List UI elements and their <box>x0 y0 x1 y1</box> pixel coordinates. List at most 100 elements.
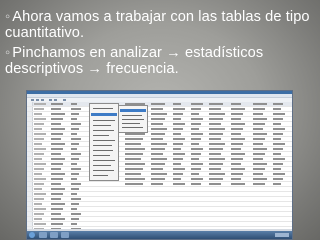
bullet-marker-icon: ◦ <box>5 9 11 25</box>
taskbar-app-icon[interactable] <box>61 232 69 238</box>
grid-cell <box>191 168 201 170</box>
grid-cell <box>151 128 167 130</box>
taskbar-app-icon[interactable] <box>50 232 58 238</box>
grid-cell <box>71 103 77 105</box>
grid-cell <box>71 138 81 140</box>
grid-cell <box>173 183 185 185</box>
grid-cell <box>173 118 181 120</box>
grid-cell <box>231 123 245 125</box>
row-number-cell <box>27 147 33 151</box>
menu-item[interactable] <box>93 160 115 161</box>
grid-cell <box>273 118 283 120</box>
submenu-item[interactable] <box>122 115 142 116</box>
toolbar-undo-icon <box>49 99 52 101</box>
grid-cell <box>51 183 61 185</box>
grid-cell <box>51 188 65 190</box>
grid-cell <box>209 183 221 185</box>
menu-item[interactable] <box>93 170 114 171</box>
grid-cell <box>151 138 163 140</box>
menu-item[interactable] <box>93 135 109 136</box>
grid-cell <box>125 158 141 160</box>
taskbar-app-icon[interactable] <box>39 232 47 238</box>
grid-cell <box>231 113 243 115</box>
grid-cell <box>253 173 263 175</box>
grid-cell <box>71 158 79 160</box>
grid-cell <box>51 158 65 160</box>
grid-cell <box>71 218 79 220</box>
grid-cell <box>51 203 65 205</box>
grid-cell <box>173 158 183 160</box>
menu-item[interactable] <box>93 108 113 109</box>
grid-cell <box>173 163 181 165</box>
menu-item[interactable] <box>93 145 112 146</box>
estadisticos-descriptivos-submenu[interactable] <box>118 105 148 133</box>
menu-item[interactable] <box>93 155 110 156</box>
grid-cell <box>34 148 46 150</box>
grid-cell <box>173 128 183 130</box>
row-number-cell <box>27 142 33 146</box>
grid-cell <box>34 108 44 110</box>
menu-item[interactable] <box>93 140 115 141</box>
grid-cell <box>71 178 77 180</box>
grid-cell <box>231 138 245 140</box>
bullet-2: ◦ Pinchamos en analizar → estadísticos de… <box>5 45 317 77</box>
menu-item[interactable] <box>93 150 113 151</box>
submenu-item[interactable] <box>122 123 140 124</box>
grid-cell <box>34 138 44 140</box>
grid-cell <box>253 143 263 145</box>
grid-cell <box>209 138 221 140</box>
menu-item[interactable] <box>93 130 114 131</box>
start-button-icon[interactable] <box>29 232 35 238</box>
grid-cell <box>209 143 225 145</box>
submenu-item-frecuencia[interactable] <box>120 109 146 112</box>
grid-cell <box>191 108 201 110</box>
grid-cell <box>71 113 79 115</box>
grid-cell <box>34 123 44 125</box>
grid-cell <box>191 118 203 120</box>
grid-cell <box>51 198 61 200</box>
grid-cell <box>231 163 241 165</box>
row-number-cell <box>27 182 33 186</box>
grid-cell <box>71 163 77 165</box>
grid-cell <box>173 153 185 155</box>
menu-item[interactable] <box>93 175 108 176</box>
grid-cell <box>209 178 223 180</box>
grid-cell <box>51 133 63 135</box>
grid-cell <box>51 123 61 125</box>
grid-cell <box>209 148 223 150</box>
grid-cell <box>273 158 285 160</box>
grid-cell <box>51 168 61 170</box>
grid-cell <box>209 168 221 170</box>
grid-cell <box>71 208 77 210</box>
menu-item-estadisticos-descriptivos[interactable] <box>91 113 117 116</box>
grid-cell <box>253 148 267 150</box>
row-number-cell <box>27 222 33 226</box>
grid-cell <box>151 163 165 165</box>
grid-cell <box>125 153 143 155</box>
grid-cell <box>34 163 46 165</box>
grid-cell <box>51 213 61 215</box>
grid-cell <box>34 118 46 120</box>
grid-cell <box>273 133 283 135</box>
grid-cell <box>191 138 201 140</box>
system-tray[interactable] <box>275 233 289 237</box>
grid-cell <box>71 148 77 150</box>
grid-cell <box>151 148 165 150</box>
analizar-menu[interactable] <box>89 103 119 181</box>
slide: ◦ Ahora vamos a trabajar con las tablas d… <box>0 0 320 240</box>
row-number-cell <box>27 112 33 116</box>
menu-item[interactable] <box>93 165 111 166</box>
grid-cell <box>34 203 42 205</box>
menu-item[interactable] <box>93 125 111 126</box>
grid-cell <box>51 163 63 165</box>
grid-cell <box>173 143 183 145</box>
grid-cell <box>34 178 46 180</box>
grid-cell <box>191 183 201 185</box>
grid-cell <box>273 183 281 185</box>
menu-item[interactable] <box>93 120 115 121</box>
submenu-item[interactable] <box>122 119 144 120</box>
grid-cell <box>273 103 283 105</box>
submenu-item[interactable] <box>122 127 143 128</box>
grid-cell <box>191 123 201 125</box>
grid-cell <box>151 173 167 175</box>
